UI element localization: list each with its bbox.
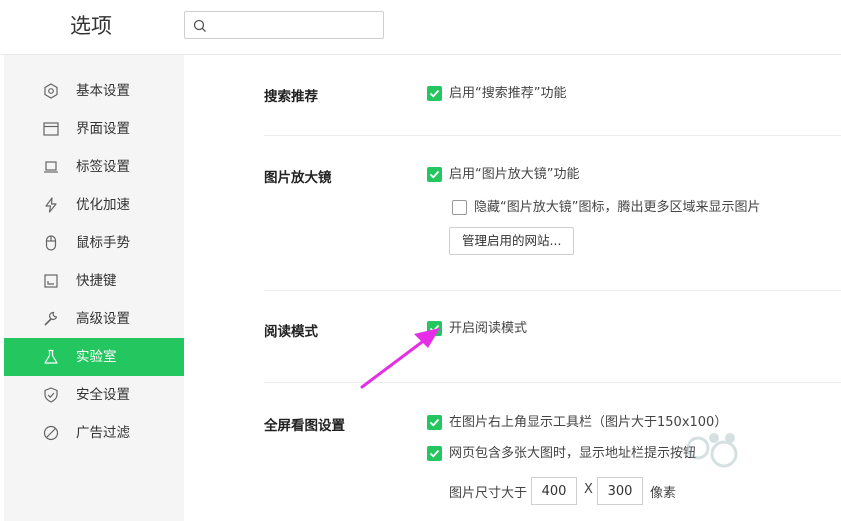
divider — [264, 382, 841, 383]
sidebar-item-ad-filter[interactable]: 广告过滤 — [4, 414, 184, 452]
sidebar-item-label: 界面设置 — [76, 121, 130, 137]
sidebar-item-advanced-settings[interactable]: 高级设置 — [4, 300, 184, 338]
sidebar-item-label: 安全设置 — [76, 387, 130, 403]
laptop-icon — [44, 161, 58, 173]
sidebar-item-optimize[interactable]: 优化加速 — [4, 186, 184, 224]
watermark-logo — [686, 433, 738, 468]
mouse-icon — [45, 235, 57, 251]
checkbox-checked[interactable] — [427, 86, 442, 101]
search-input[interactable] — [213, 15, 378, 35]
sidebar-item-label: 快捷键 — [76, 273, 117, 289]
height-input[interactable] — [597, 477, 643, 505]
sidebar-item-mouse-gesture[interactable]: 鼠标手势 — [4, 224, 184, 262]
search-box[interactable] — [184, 11, 384, 39]
manage-sites-button[interactable]: 管理启用的网站... — [449, 227, 575, 255]
window-icon — [43, 122, 59, 136]
flask-icon — [44, 349, 58, 364]
section-title-reading-mode: 阅读模式 — [264, 324, 318, 340]
sidebar-item-label: 广告过滤 — [76, 425, 130, 441]
block-icon — [43, 425, 59, 441]
sidebar: 基本设置 界面设置 标签设置 优化加速 鼠标手势 快捷键 高级设置 实验室 安全… — [4, 55, 184, 521]
sidebar-item-label: 标签设置 — [76, 159, 130, 175]
sidebar-item-basic-settings[interactable]: 基本设置 — [4, 72, 184, 110]
option-label: 启用“图片放大镜”功能 — [449, 167, 580, 182]
width-input[interactable] — [531, 477, 577, 505]
sidebar-item-label: 高级设置 — [76, 311, 130, 327]
option-label: 隐藏“图片放大镜”图标，腾出更多区域来显示图片 — [474, 200, 761, 215]
sidebar-item-tab-settings[interactable]: 标签设置 — [4, 148, 184, 186]
sidebar-item-label: 鼠标手势 — [76, 235, 130, 251]
section-title-image-magnifier: 图片放大镜 — [264, 170, 332, 186]
sidebar-item-label: 实验室 — [76, 349, 117, 365]
divider — [264, 290, 841, 291]
option-label: 开启阅读模式 — [449, 321, 528, 336]
divider — [264, 135, 841, 136]
sidebar-item-label: 优化加速 — [76, 197, 130, 213]
sidebar-item-label: 基本设置 — [76, 83, 130, 99]
shield-icon — [44, 387, 58, 403]
annotation-arrow — [360, 328, 440, 389]
checkbox-checked[interactable] — [427, 167, 442, 182]
sidebar-item-interface-settings[interactable]: 界面设置 — [4, 110, 184, 148]
sidebar-item-shortcuts[interactable]: 快捷键 — [4, 262, 184, 300]
checkbox-unchecked[interactable] — [452, 200, 467, 215]
wrench-icon — [44, 311, 58, 326]
page-title: 选项 — [70, 14, 112, 38]
lightning-icon — [45, 197, 57, 213]
section-title-search-recommend: 搜索推荐 — [264, 89, 318, 105]
checkbox-checked[interactable] — [427, 446, 442, 461]
keyboard-icon — [44, 274, 58, 288]
times-label: X — [584, 482, 593, 497]
section-title-fullscreen-image: 全屏看图设置 — [264, 418, 345, 434]
sidebar-item-lab[interactable]: 实验室 — [4, 338, 184, 376]
search-icon — [193, 19, 206, 32]
sidebar-item-security-settings[interactable]: 安全设置 — [4, 376, 184, 414]
size-label: 图片尺寸大于 — [449, 486, 528, 501]
settings-hex-icon — [44, 83, 58, 99]
option-label: 启用“搜索推荐”功能 — [449, 86, 567, 101]
checkbox-checked[interactable] — [427, 415, 442, 430]
header-bar: 选项 — [0, 0, 841, 55]
